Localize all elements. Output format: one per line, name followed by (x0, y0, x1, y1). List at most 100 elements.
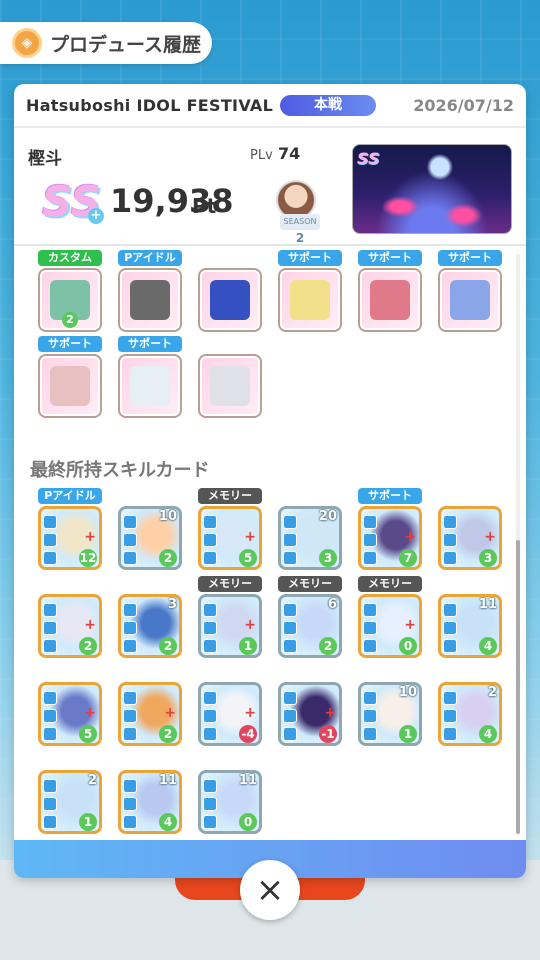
skill-card[interactable]: + -1 (278, 682, 342, 746)
skill-effect-icon (203, 621, 217, 635)
item-tag: サポート (358, 250, 422, 266)
enhanced-plus-icon: + (84, 705, 96, 721)
skill-effect-icon (203, 551, 217, 565)
event-date: 2026/07/12 (413, 96, 514, 115)
star-badge-item[interactable] (198, 268, 262, 332)
cards-item[interactable] (438, 268, 502, 332)
item-tag: Pアイドル (118, 250, 182, 266)
skill-effect-icon (43, 727, 57, 741)
skill-card[interactable]: 11 0 (198, 770, 262, 834)
card-cost: 2 (159, 725, 177, 743)
card-cost: 3 (479, 549, 497, 567)
season-text: SEASON (283, 217, 317, 226)
skill-effect-icon (283, 533, 297, 547)
skill-effect-icon (203, 533, 217, 547)
skill-card[interactable]: 11 4 (118, 770, 182, 834)
skill-card[interactable]: + -4 (198, 682, 262, 746)
item-tag: サポート (438, 250, 502, 266)
card-cost: 1 (79, 813, 97, 831)
skill-card[interactable]: +5 (198, 506, 262, 570)
cup-icon (290, 280, 330, 320)
skill-card[interactable]: +0 (358, 594, 422, 658)
skill-effect-icon (443, 603, 457, 617)
backpack-item[interactable]: 2 (38, 268, 102, 332)
card-level: 11 (158, 773, 177, 788)
card-level: 11 (238, 773, 257, 788)
skill-effect-icon (203, 709, 217, 723)
item-tag: サポート (278, 250, 342, 266)
skill-effect-icon (123, 603, 137, 617)
skill-card-tag: サポート (358, 488, 422, 504)
skill-effect-icon (363, 691, 377, 705)
skill-effect-icon (123, 709, 137, 723)
enhanced-plus-icon: + (244, 529, 256, 545)
skill-card[interactable]: 21 (38, 770, 102, 834)
thumbnail-rank-badge: SS (357, 149, 380, 168)
photo-icon (130, 280, 170, 320)
skill-card[interactable]: +3 (438, 506, 502, 570)
enhanced-plus-icon: + (404, 529, 416, 545)
skill-card-tag: Pアイドル (38, 488, 102, 504)
gift-item[interactable] (38, 354, 102, 418)
skill-effect-icon (283, 709, 297, 723)
skill-effect-icon (283, 639, 297, 653)
skill-effect-icon (363, 603, 377, 617)
skill-card[interactable]: +7 (358, 506, 422, 570)
skill-effect-icon (363, 709, 377, 723)
skill-effect-icon (283, 551, 297, 565)
skill-effect-icon (43, 779, 57, 793)
card-cost: 3 (319, 549, 337, 567)
skill-effect-icon (203, 603, 217, 617)
card-cost: 2 (159, 637, 177, 655)
cup-item[interactable] (278, 268, 342, 332)
skill-card[interactable]: 11 4 (438, 594, 502, 658)
card-level: 2 (87, 773, 97, 788)
skill-effect-icon (43, 621, 57, 635)
skill-card[interactable]: +2 (118, 682, 182, 746)
skill-card[interactable]: 10 2 (118, 506, 182, 570)
scrollbar-thumb[interactable] (516, 540, 520, 834)
close-button[interactable]: × (240, 860, 300, 920)
skill-card[interactable]: +1 (198, 594, 262, 658)
skill-effect-icon (203, 727, 217, 741)
skill-card[interactable]: 10 1 (358, 682, 422, 746)
card-cost: 0 (239, 813, 257, 831)
skill-card[interactable]: 20 3 (278, 506, 342, 570)
skill-card[interactable]: +12 (38, 506, 102, 570)
score-unit: Pt (192, 194, 217, 218)
socks-item[interactable] (198, 354, 262, 418)
stage-badge: 本戦 (280, 95, 376, 116)
book-item[interactable] (358, 268, 422, 332)
enhanced-plus-icon: + (484, 529, 496, 545)
skill-card[interactable]: 24 (438, 682, 502, 746)
card-scroll-area[interactable]: カスタム 2 Pアイドル サポート サポート サポート サポート サポート 最終所持スキルカー… (14, 246, 526, 840)
skill-effect-icon (123, 551, 137, 565)
skill-card[interactable]: +2 (38, 594, 102, 658)
skill-effect-icon (123, 621, 137, 635)
skill-card[interactable]: 62 (278, 594, 342, 658)
event-name: Hatsuboshi IDOL FESTIVAL (26, 95, 274, 115)
skill-effect-icon (363, 551, 377, 565)
skill-effect-icon (283, 727, 297, 741)
card-level: 6 (327, 597, 337, 612)
enhanced-plus-icon: + (404, 617, 416, 633)
skill-card[interactable]: 32 (118, 594, 182, 658)
enhanced-plus-icon: + (244, 705, 256, 721)
live-thumbnail[interactable]: SS (352, 144, 512, 234)
rank-plus-icon: + (88, 208, 104, 224)
skill-effect-icon (443, 533, 457, 547)
skill-effect-icon (363, 621, 377, 635)
card-level: 20 (318, 509, 337, 524)
history-panel: Hatsuboshi IDOL FESTIVAL 本戦 2026/07/12 樫… (14, 84, 526, 878)
book-icon (370, 280, 410, 320)
card-cost: 2 (159, 549, 177, 567)
photo-item[interactable] (118, 268, 182, 332)
skill-effect-icon (43, 815, 57, 829)
skill-card-tag: メモリー (198, 488, 262, 504)
skill-card[interactable]: +5 (38, 682, 102, 746)
card-cost: 1 (239, 637, 257, 655)
skill-effect-icon (283, 515, 297, 529)
skates-item[interactable] (118, 354, 182, 418)
skill-effect-icon (123, 639, 137, 653)
skill-effect-icon (123, 691, 137, 705)
